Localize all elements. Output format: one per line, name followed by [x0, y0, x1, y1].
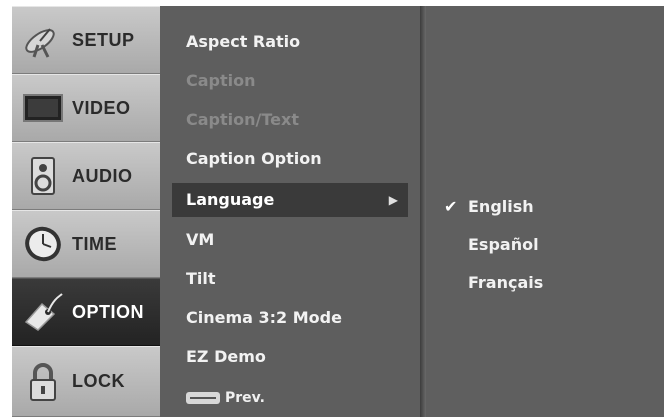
tag-icon — [18, 292, 68, 332]
language-option-francais[interactable]: Français — [468, 266, 543, 300]
tab-video-label: VIDEO — [72, 97, 131, 118]
menu-item-caption-option[interactable]: Caption Option — [186, 141, 322, 177]
tab-option-label: OPTION — [72, 301, 145, 322]
prev-hint[interactable]: Prev. — [186, 383, 265, 413]
speaker-icon — [18, 156, 68, 196]
tab-audio[interactable]: AUDIO — [12, 142, 160, 210]
option-menu: Aspect Ratio Caption Caption/Text Captio… — [160, 6, 420, 417]
menu-item-aspect-ratio[interactable]: Aspect Ratio — [186, 24, 300, 60]
tv-menu-frame: SETUP VIDEO AUDIO TIME OPTION LOCK Aspec… — [12, 6, 664, 417]
prev-label: Prev. — [225, 390, 265, 406]
satellite-dish-icon — [18, 20, 68, 60]
menu-item-cinema-mode[interactable]: Cinema 3:2 Mode — [186, 300, 342, 336]
tab-time[interactable]: TIME — [12, 210, 160, 278]
menu-item-language-label: Language — [186, 190, 275, 209]
language-option-espanol[interactable]: Español — [468, 228, 539, 262]
tv-screen-icon — [18, 88, 68, 128]
clock-icon — [18, 224, 68, 264]
tab-video[interactable]: VIDEO — [12, 74, 160, 142]
padlock-icon — [18, 362, 68, 402]
checkmark-icon: ✔ — [444, 197, 458, 216]
language-option-english[interactable]: English — [468, 190, 534, 224]
tab-column: SETUP VIDEO AUDIO TIME OPTION LOCK — [12, 6, 162, 417]
menu-item-tilt[interactable]: Tilt — [186, 261, 216, 297]
menu-item-ez-demo[interactable]: EZ Demo — [186, 339, 266, 375]
tab-option[interactable]: OPTION — [12, 278, 162, 346]
tab-lock-label: LOCK — [72, 371, 125, 391]
tab-setup-label: SETUP — [72, 29, 135, 50]
menu-item-caption: Caption — [186, 71, 256, 90]
menu-item-vm[interactable]: VM — [186, 222, 214, 258]
tab-time-label: TIME — [72, 233, 117, 254]
chevron-right-icon: ▶ — [388, 193, 398, 207]
tab-audio-label: AUDIO — [72, 165, 133, 186]
tab-lock[interactable]: LOCK — [12, 346, 160, 417]
language-submenu: ✔ English Español Français — [426, 6, 664, 417]
menu-button-icon — [186, 392, 220, 404]
menu-item-language[interactable]: Language ▶ — [172, 183, 408, 217]
menu-item-caption-text: Caption/Text — [186, 110, 299, 129]
tab-setup[interactable]: SETUP — [12, 6, 160, 74]
